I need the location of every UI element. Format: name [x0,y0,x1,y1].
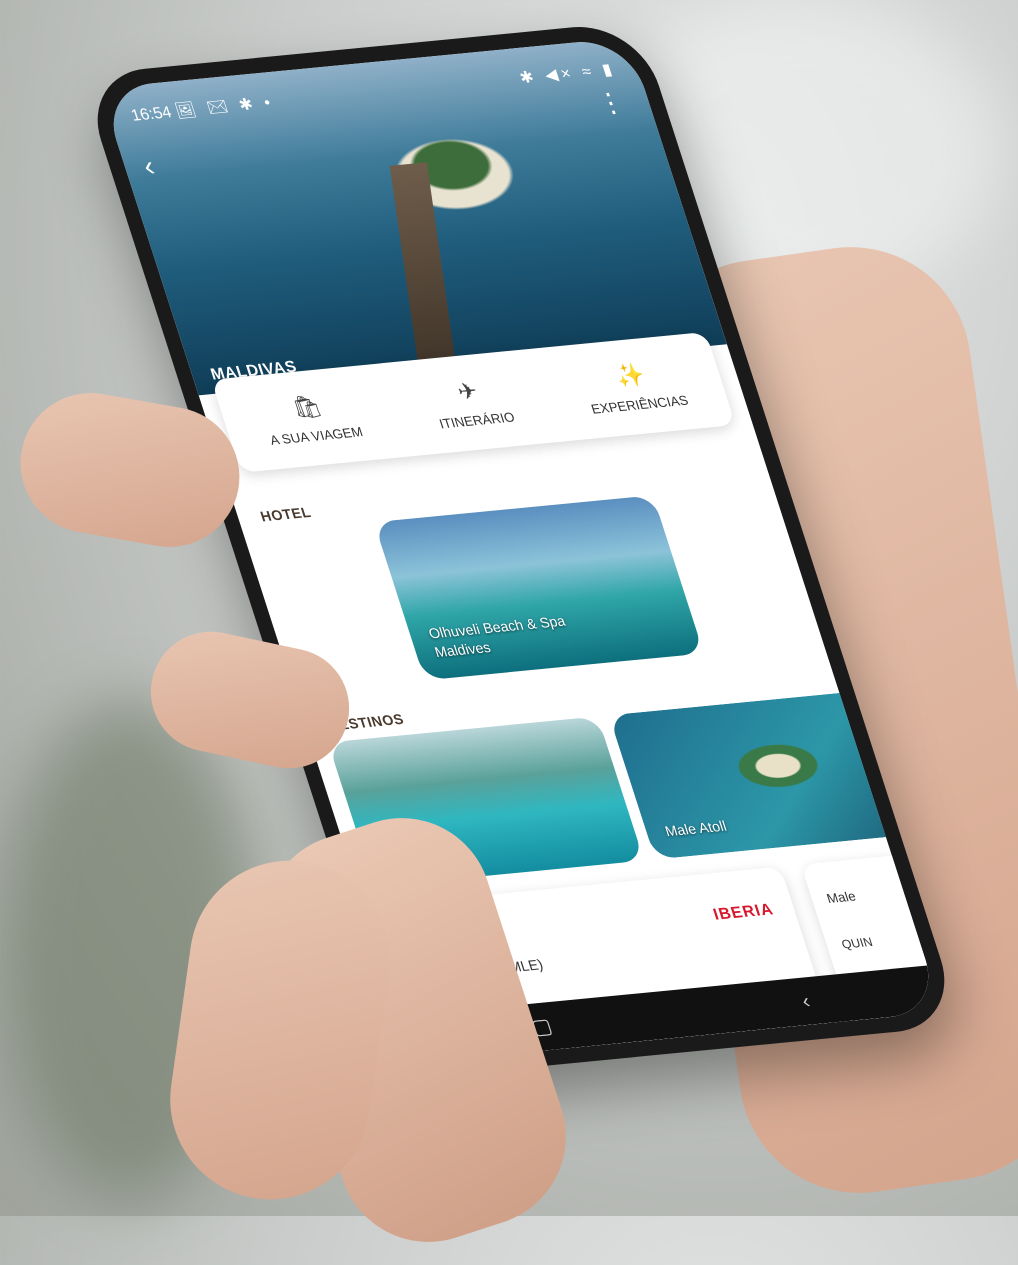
hotel-section-title: HOTEL [258,504,314,526]
bag-icon: 🛍 [288,392,326,421]
tab-label: A SUA VIAGEM [267,423,365,448]
flight-date: QUIN [839,934,875,952]
destination-card[interactable]: Male Atoll [608,689,925,860]
status-time: 16:54 [128,102,174,125]
pier [389,162,458,384]
tab-label: ITINERÁRIO [437,408,517,431]
back-button[interactable]: ‹ [799,989,814,1014]
tab-a-sua-viagem[interactable]: 🛍 A SUA VIAGEM [257,389,365,447]
tab-label: EXPERIÊNCIAS [588,391,690,417]
tab-experiencias[interactable]: ✨ EXPERIÊNCIAS [578,357,690,416]
airline-logo: IBERIA [710,900,776,924]
destination-label: Male Atoll [662,817,729,840]
plane-icon: ✈ [454,377,481,405]
more-options-icon[interactable]: ⋮ [593,87,628,118]
tab-itinerario[interactable]: ✈ ITINERÁRIO [426,374,516,431]
hotel-card[interactable]: Olhuveli Beach & Spa Maldives [373,495,704,681]
hotel-caption: Olhuveli Beach & Spa Maldives [426,612,573,661]
sparkle-wand-icon: ✨ [612,361,649,390]
flight-route: Male [824,888,858,906]
